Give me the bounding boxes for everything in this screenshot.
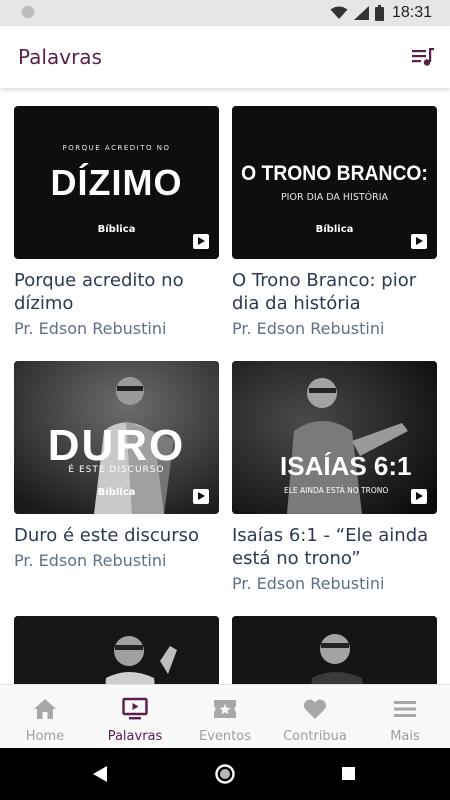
status-bar: 18:31: [0, 0, 450, 26]
app-bar: Palavras: [0, 26, 450, 88]
nav-label: Palavras: [107, 729, 163, 744]
status-icons: 18:31: [324, 0, 450, 26]
play-icon: [193, 489, 209, 504]
video-author: Pr. Edson Rebustini: [14, 319, 167, 338]
thumb-logo-text: Bíblica: [97, 487, 136, 498]
video-card[interactable]: [14, 616, 219, 684]
video-card[interactable]: ISAÍAS 6:1 ELE AINDA ESTÁ NO TRONO Isaía…: [232, 361, 437, 593]
video-title[interactable]: O Trono Branco: pior dia da história: [232, 269, 437, 315]
video-thumbnail[interactable]: [14, 616, 219, 684]
thumb-main-text: DÍZIMO: [50, 162, 183, 203]
video-author: Pr. Edson Rebustini: [232, 319, 385, 338]
video-thumbnail[interactable]: [232, 616, 437, 684]
playlist-button[interactable]: [410, 44, 436, 70]
video-thumbnail[interactable]: DURO É ESTE DISCURSO Bíblica: [14, 361, 219, 514]
thumb-logo-text: Bíblica: [315, 224, 354, 235]
notification-dot-icon: [21, 5, 35, 19]
thumb-main-text: DURO: [47, 421, 186, 470]
play-icon: [193, 234, 209, 249]
heart-icon: [302, 697, 328, 721]
video-thumbnail[interactable]: PORQUE ACREDITO NO DÍZIMO Bíblica: [14, 106, 219, 259]
video-author: Pr. Edson Rebustini: [14, 551, 167, 570]
video-title[interactable]: Duro é este discurso: [14, 524, 219, 547]
nav-label: Mais: [390, 729, 420, 744]
nav-item-mais[interactable]: Mais: [360, 685, 450, 748]
home-icon: [32, 697, 58, 721]
video-thumbnail[interactable]: ISAÍAS 6:1 ELE AINDA ESTÁ NO TRONO: [232, 361, 437, 514]
nav-label: Contribua: [283, 729, 347, 744]
thumb-main-text: O TRONO BRANCO:: [241, 162, 428, 185]
video-card[interactable]: DURO É ESTE DISCURSO Bíblica Duro é este…: [14, 361, 219, 570]
bottom-navigation: Home Palavras Eventos Contribua Mais: [0, 684, 450, 748]
video-grid: PORQUE ACREDITO NO DÍZIMO Bíblica Porque…: [0, 88, 450, 684]
tv-play-icon: [122, 697, 148, 721]
nav-item-eventos[interactable]: Eventos: [180, 685, 270, 748]
ticket-star-icon: [212, 697, 238, 721]
playlist-icon: [412, 48, 434, 66]
nav-item-contribua[interactable]: Contribua: [270, 685, 360, 748]
preacher-photo: [14, 616, 219, 684]
screen: 18:31 Palavras PORQUE ACREDITO NO DÍZIMO…: [0, 0, 450, 800]
nav-item-palavras[interactable]: Palavras: [90, 685, 180, 748]
video-card[interactable]: [232, 616, 437, 684]
wifi-icon: [330, 6, 348, 19]
page-title: Palavras: [18, 45, 102, 69]
back-triangle-icon[interactable]: [92, 765, 108, 783]
nav-label: Eventos: [199, 729, 251, 744]
thumb-logo-text: Bíblica: [97, 224, 136, 235]
system-navigation-bar: [0, 748, 450, 800]
signal-icon: [353, 6, 369, 20]
battery-icon: [374, 5, 384, 21]
video-title[interactable]: Isaías 6:1 - “Ele ainda está no trono”: [232, 524, 437, 570]
preacher-photo: [232, 616, 437, 684]
home-circle-icon[interactable]: [214, 763, 236, 785]
video-card[interactable]: O TRONO BRANCO: PIOR DIA DA HISTÓRIA Bíb…: [232, 106, 437, 338]
thumb-sub-text: É ESTE DISCURSO: [68, 465, 165, 475]
video-author: Pr. Edson Rebustini: [232, 574, 385, 593]
recents-square-icon[interactable]: [341, 766, 356, 781]
thumb-top-text: PORQUE ACREDITO NO: [62, 144, 171, 152]
nav-item-home[interactable]: Home: [0, 685, 90, 748]
menu-icon: [392, 697, 418, 721]
video-card[interactable]: PORQUE ACREDITO NO DÍZIMO Bíblica Porque…: [14, 106, 219, 338]
nav-label: Home: [25, 729, 65, 744]
thumb-main-text: ISAÍAS 6:1: [280, 451, 412, 481]
status-time: 18:31: [391, 4, 432, 21]
video-thumbnail[interactable]: O TRONO BRANCO: PIOR DIA DA HISTÓRIA Bíb…: [232, 106, 437, 259]
play-icon: [411, 234, 427, 249]
thumb-sub-text: PIOR DIA DA HISTÓRIA: [280, 192, 389, 203]
play-icon: [411, 489, 427, 504]
video-title[interactable]: Porque acredito no dízimo: [14, 269, 219, 315]
